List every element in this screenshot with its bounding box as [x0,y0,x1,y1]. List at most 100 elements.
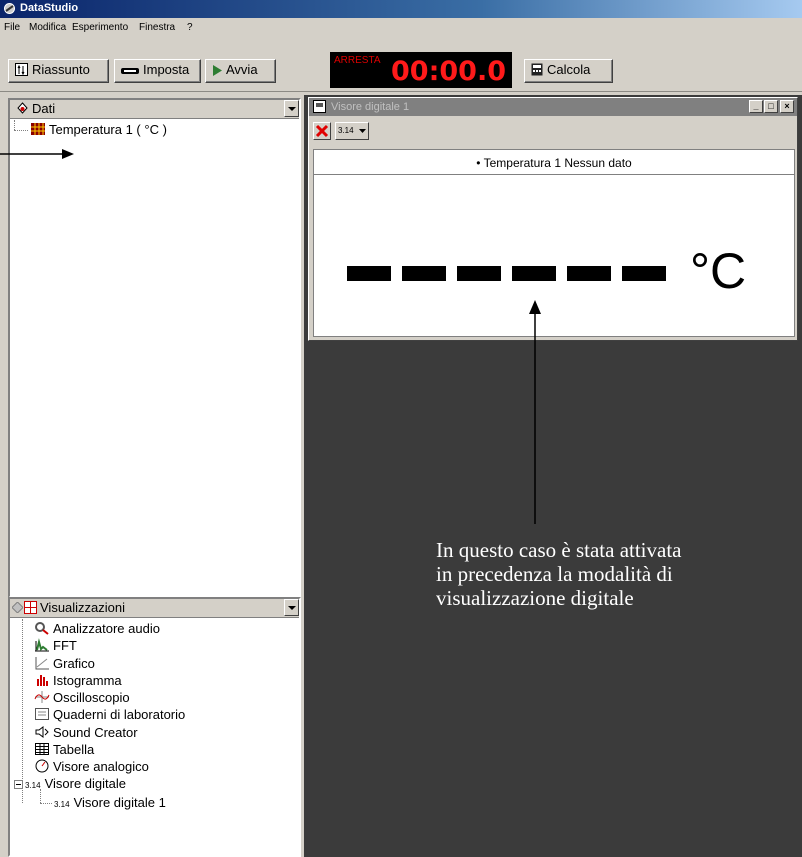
minimize-button[interactable]: _ [749,100,763,113]
start-label: Avvia [226,62,258,77]
display-item-graph[interactable]: Grafico [34,656,95,671]
stop-label[interactable]: ARRESTA [334,55,381,66]
digital-meter-icon: 3.14 [25,781,41,790]
menu-bar: File Modifica Esperimento Finestra ? [0,18,802,38]
display-label: Visore analogico [53,759,149,774]
title-bar: DataStudio [0,0,802,18]
annotation-line-2: in precedenza la modalità di [436,562,673,586]
collapse-icon[interactable] [14,780,23,789]
window-toolbar: 3.14 [309,118,797,144]
maximize-button[interactable]: □ [764,100,778,113]
setup-label: Imposta [143,62,190,77]
data-item-temperature[interactable]: Temperatura 1 ( °C ) [30,122,167,137]
display-label: Visore digitale [44,776,126,791]
analog-meter-icon [35,759,49,773]
digital-readout: • Temperatura 1 Nessun dato °C [313,149,795,337]
histogram-icon [37,675,48,686]
digit-dash [347,266,391,281]
calculate-label: Calcola [547,62,591,77]
window-icon [313,100,326,113]
play-icon [213,65,222,76]
displays-icon [24,601,37,614]
app-title: DataStudio [20,2,79,14]
annotation-line-1: In questo caso è stata attivata [436,538,682,562]
annotation-line-3: visualizzazione digitale [436,586,634,610]
delete-button[interactable] [313,122,331,140]
digital-display-window[interactable]: Visore digitale 1 _ □ × 3.14 • Temperatu… [308,97,798,341]
window-title: Visore digitale 1 [331,101,410,113]
menu-modifica[interactable]: Modifica [29,22,66,33]
digit-dash [402,266,446,281]
data-panel-dropdown[interactable] [284,100,299,117]
summary-label: Riassunto [32,62,90,77]
menu-file[interactable]: File [4,22,20,33]
unit-label: °C [690,243,747,299]
elapsed-time: 00:00.0 [391,56,506,87]
display-item-table[interactable]: Tabella [34,742,94,757]
annotation-arrow-left [0,149,74,159]
fft-icon [35,638,49,652]
chevron-down-icon [359,129,366,133]
menu-finestra[interactable]: Finestra [139,22,175,33]
display-label: FFT [53,638,77,653]
display-label: Analizzatore audio [53,621,160,636]
digital-meter-icon: 3.14 [54,800,70,809]
annotation-text: In questo caso è stata attivata in prece… [436,538,776,610]
digit-dash [512,266,556,281]
sensor-data-icon [31,123,45,135]
display-item-digital[interactable]: 3.14 Visore digitale [14,776,126,791]
display-item-oscilloscope[interactable]: Oscilloscopio [34,690,130,705]
window-title-bar[interactable]: Visore digitale 1 _ □ × [309,98,797,116]
oscilloscope-icon [34,691,50,703]
display-label: Istogramma [53,673,122,688]
graph-icon [35,657,49,670]
data-item-label: Temperatura 1 ( °C ) [49,122,167,137]
display-item-notebook[interactable]: Quaderni di laboratorio [34,707,185,722]
speaker-icon [35,726,49,738]
digit-dash [567,266,611,281]
annotation-arrow-up [529,300,541,524]
audio-analyzer-icon [35,622,49,635]
table-icon [35,743,49,755]
menu-help[interactable]: ? [187,22,193,33]
data-panel-title: Dati [32,101,56,116]
timer-display: ARRESTA 00:00.0 [330,52,512,88]
readout-caption: • Temperatura 1 Nessun dato [476,156,632,170]
display-item-sound-creator[interactable]: Sound Creator [34,725,138,740]
summary-icon [15,63,28,76]
display-item-digital-1[interactable]: 3.14 Visore digitale 1 [54,795,166,810]
displays-panel-header: Visualizzazioni [10,599,299,618]
delete-icon [315,124,329,138]
display-label: Sound Creator [53,725,138,740]
display-label: Oscilloscopio [53,690,130,705]
setup-button[interactable]: Imposta [114,59,201,83]
display-label: Visore digitale 1 [73,795,166,810]
digit-dash [457,266,501,281]
calculate-button[interactable]: Calcola [524,59,613,83]
display-item-histogram[interactable]: Istogramma [34,673,122,688]
diamond-icon [12,602,23,613]
data-panel: Dati Temperatura 1 ( °C ) [8,98,301,598]
display-label: Grafico [53,656,95,671]
calculator-icon [531,63,543,76]
data-icon [17,102,28,114]
display-item-analog[interactable]: Visore analogico [34,759,149,774]
display-label: Tabella [53,742,95,757]
datastudio-logo-icon [4,3,15,14]
lab-notebook-icon [35,708,49,720]
display-item-audio[interactable]: Analizzatore audio [34,621,160,636]
menu-esperimento[interactable]: Esperimento [72,22,128,33]
digits-icon: 3.14 [338,126,354,135]
start-button[interactable]: Avvia [205,59,276,83]
digits-dropdown-button[interactable]: 3.14 [335,122,369,140]
close-window-button[interactable]: × [780,100,794,113]
summary-button[interactable]: Riassunto [8,59,109,83]
displays-panel: Visualizzazioni Analizzatore audio FFT G… [8,597,301,857]
display-label: Quaderni di laboratorio [53,707,186,722]
displays-panel-title: Visualizzazioni [40,600,126,615]
digit-dash [622,266,666,281]
display-item-fft[interactable]: FFT [34,638,77,653]
setup-icon [121,68,139,74]
displays-panel-dropdown[interactable] [284,599,299,616]
data-panel-header: Dati [10,100,299,119]
